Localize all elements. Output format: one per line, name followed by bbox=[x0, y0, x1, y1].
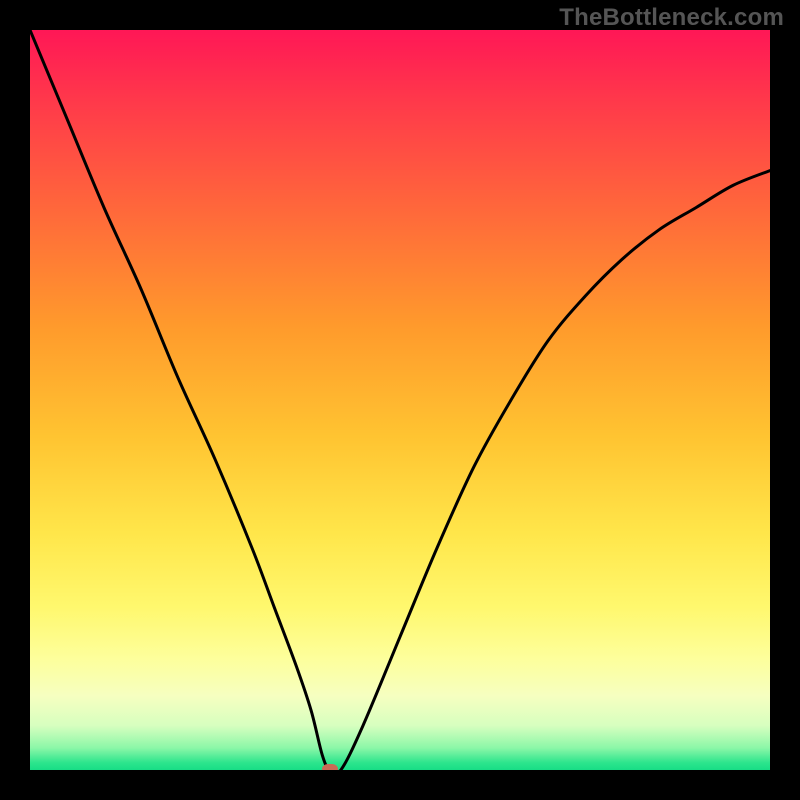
optimum-marker bbox=[322, 764, 338, 770]
curve-path bbox=[30, 30, 770, 770]
watermark-text: TheBottleneck.com bbox=[559, 4, 784, 32]
plot-area bbox=[30, 30, 770, 770]
chart-frame: TheBottleneck.com bbox=[0, 0, 800, 800]
curve-svg bbox=[30, 30, 770, 770]
